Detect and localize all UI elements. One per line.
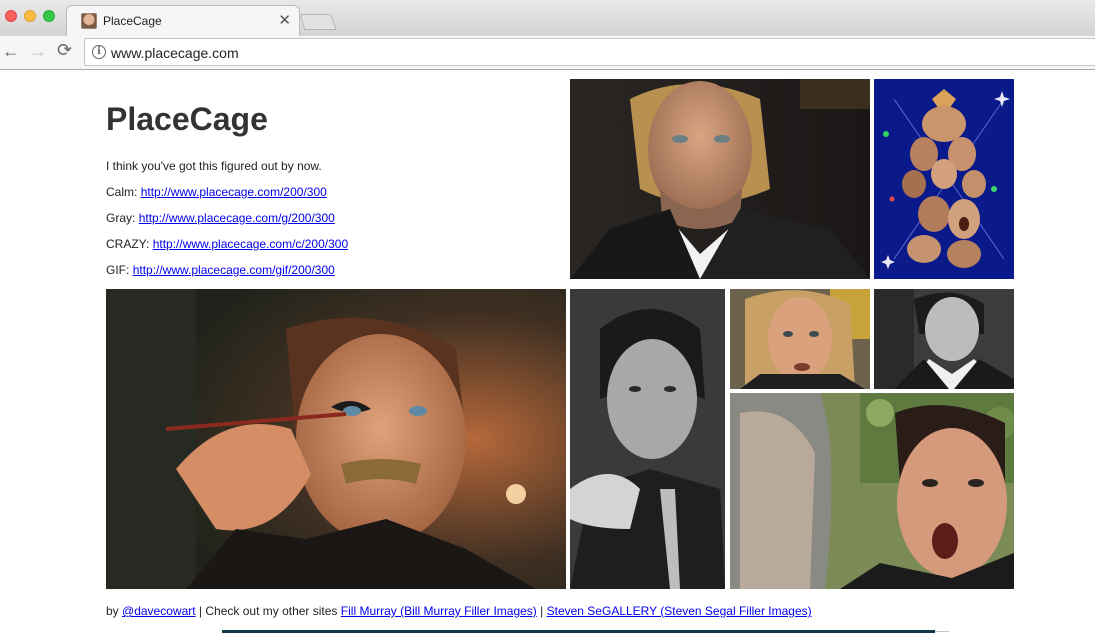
gray-link[interactable]: http://www.placecage.com/g/200/300 — [139, 211, 335, 225]
close-tab-icon[interactable]: ✕ — [278, 11, 291, 29]
reload-icon[interactable]: ⟳ — [57, 40, 72, 61]
favicon-icon — [81, 13, 97, 29]
photo-grayscale-seated — [570, 289, 725, 589]
intro-text: I think you've got this figured out by n… — [106, 159, 322, 173]
photo-grayscale-small — [874, 289, 1014, 389]
info-icon[interactable]: i — [92, 45, 106, 59]
url-text[interactable]: www.placecage.com — [111, 45, 239, 61]
minimize-window-button[interactable] — [24, 10, 36, 22]
link-label: GIF: — [106, 263, 130, 277]
author-link[interactable]: @davecowart — [122, 604, 196, 618]
steven-segallery-link[interactable]: Steven SeGALLERY (Steven Segal Filler Im… — [547, 604, 812, 618]
page-content: PlaceCage I think you've got this figure… — [0, 71, 1095, 633]
address-bar[interactable]: i www.placecage.com — [84, 38, 1095, 66]
browser-titlebar: PlaceCage ✕ — [0, 0, 1095, 36]
back-arrow-icon[interactable]: ← — [2, 41, 20, 62]
link-line-calm: Calm: http://www.placecage.com/200/300 — [106, 185, 327, 199]
gif-link[interactable]: http://www.placecage.com/gif/200/300 — [133, 263, 335, 277]
crazy-link[interactable]: http://www.placecage.com/c/200/300 — [153, 237, 348, 251]
new-tab-button[interactable] — [299, 14, 337, 30]
footer-separator: | — [540, 604, 544, 618]
photo-eyeliner — [106, 289, 566, 589]
zoom-window-button[interactable] — [43, 10, 55, 22]
photo-portrait-suit — [570, 79, 870, 279]
photo-shocked-face — [730, 393, 1014, 589]
forward-arrow-icon[interactable]: → — [29, 41, 47, 62]
link-line-gray: Gray: http://www.placecage.com/g/200/300 — [106, 211, 335, 225]
footer-separator: | Check out my other sites — [198, 604, 338, 618]
scrollbar-track — [935, 631, 949, 632]
link-line-gif: GIF: http://www.placecage.com/gif/200/30… — [106, 263, 335, 277]
close-window-button[interactable] — [5, 10, 17, 22]
link-line-crazy: CRAZY: http://www.placecage.com/c/200/30… — [106, 237, 348, 251]
calm-link[interactable]: http://www.placecage.com/200/300 — [141, 185, 327, 199]
link-label: Gray: — [106, 211, 136, 225]
photo-face-collage — [874, 79, 1014, 279]
photo-blonde-hair — [730, 289, 870, 389]
link-label: CRAZY: — [106, 237, 150, 251]
footer-by: by — [106, 604, 119, 618]
link-label: Calm: — [106, 185, 138, 199]
tab-title: PlaceCage — [103, 14, 162, 28]
browser-tab[interactable]: PlaceCage ✕ — [66, 5, 300, 36]
browser-toolbar: ← → ⟳ i www.placecage.com — [0, 36, 1095, 70]
page-title: PlaceCage — [106, 101, 268, 137]
fill-murray-link[interactable]: Fill Murray (Bill Murray Filler Images) — [341, 604, 537, 618]
footer: by @davecowart | Check out my other site… — [106, 604, 812, 618]
